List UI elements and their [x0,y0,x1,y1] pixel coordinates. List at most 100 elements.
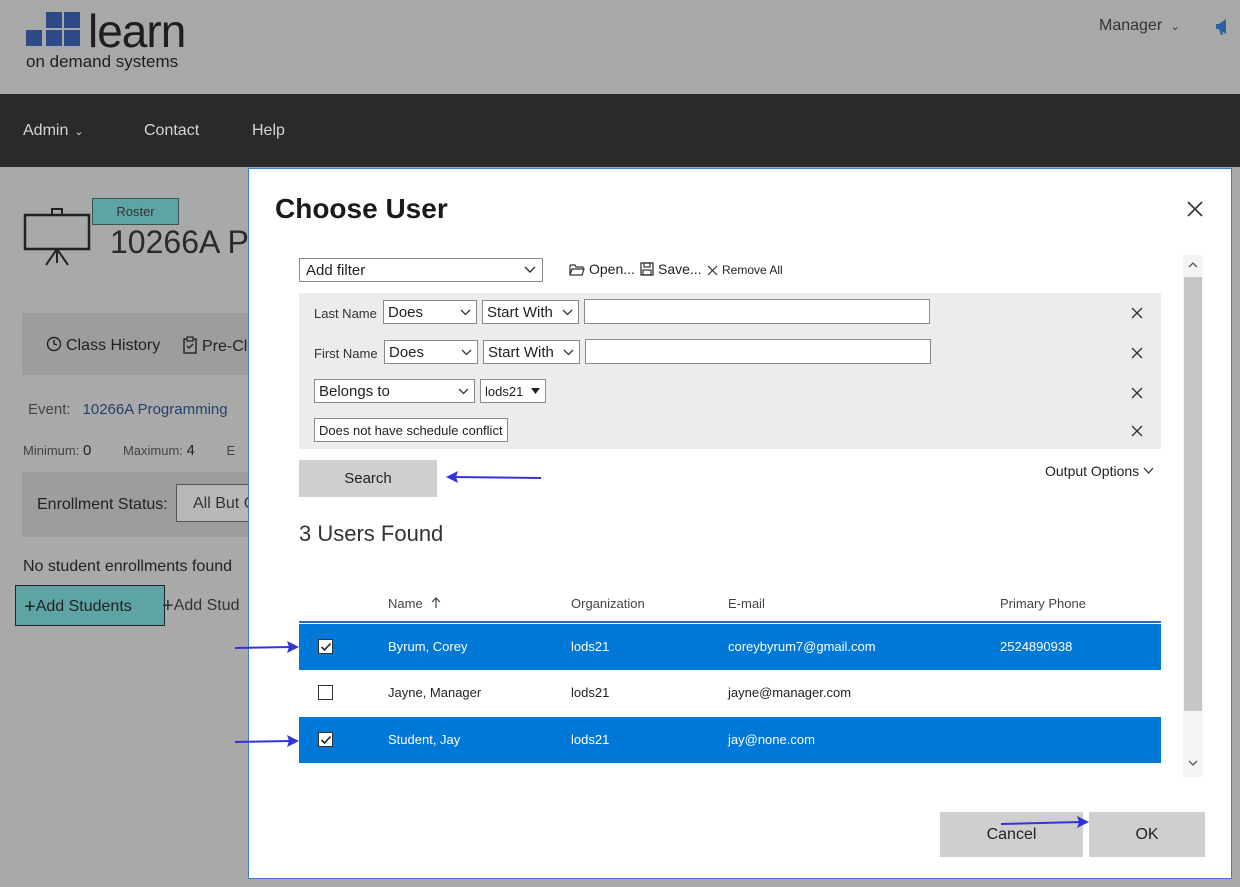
table-row[interactable]: Byrum, Corey lods21 coreybyrum7@gmail.co… [299,624,1161,670]
add-filter-label: Add filter [306,262,366,279]
save-button[interactable]: Save... [640,261,702,277]
first-name-match-select[interactable]: Start With [483,340,580,364]
plus-icon: + [24,596,36,618]
megaphone-icon[interactable] [1214,18,1234,36]
maximum-label: Maximum: [122,443,183,458]
no-enrollments-message: No student enrollments found [23,558,233,575]
chevron-down-icon [563,349,574,356]
last-name-operator-select[interactable]: Does [383,300,477,324]
logo-tagline: on demand systems [26,52,179,71]
first-name-operator-select[interactable]: Does [384,340,478,364]
first-name-input[interactable] [585,339,931,364]
select-value: Does [388,304,424,321]
remove-filter-icon[interactable] [1130,306,1144,320]
row-checkbox[interactable] [318,732,333,747]
chevron-down-icon [458,388,469,395]
course-title: 10266A Pr [110,224,260,260]
results-count: 3 Users Found [299,521,444,546]
enrollment-status-bar: Enrollment Status: All But C [22,472,256,537]
first-name-label: First Name [314,346,378,361]
close-icon[interactable] [1185,199,1205,219]
last-name-match-select[interactable]: Start With [482,300,579,324]
enrollment-status-label: Enrollment Status: [37,496,168,513]
remove-all-button[interactable]: Remove All [707,263,783,277]
table-row[interactable]: Student, Jay lods21 jay@none.com [299,717,1161,763]
roster-badge[interactable]: Roster [92,198,179,225]
search-button[interactable]: Search [299,460,437,497]
last-name-input[interactable] [584,299,930,324]
add-filter-select[interactable]: Add filter [299,258,543,282]
chevron-down-icon [562,309,573,316]
dialog-scroll-area: Add filter Open... Save... Remove All La… [299,255,1161,775]
course-tabs: Class History Pre-Cl [22,313,250,375]
add-students-button[interactable]: +Add Students [15,585,165,626]
checkmark-icon [320,735,332,745]
user-menu[interactable]: Manager ⌄ [1099,17,1180,35]
tab-label: Pre-Cl [202,338,248,355]
choose-user-dialog: Choose User Add filter Open... Save... R… [248,168,1232,879]
organization-select[interactable]: lods21 [480,379,546,403]
cell-phone: 2524890938 [1000,639,1073,654]
scroll-down-icon[interactable] [1188,759,1198,767]
tab-class-history[interactable]: Class History [46,336,160,355]
results-table-header: Name Organization E-mail Primary Phone [299,589,1161,623]
column-header-phone[interactable]: Primary Phone [1000,596,1086,611]
learn-on-demand-logo[interactable]: learn on demand systems [26,5,206,72]
event-link[interactable]: 10266A Programming [83,401,228,418]
extra-label: E [226,443,236,458]
cell-organization: lods21 [571,732,610,747]
select-value: Does [389,344,425,361]
chevron-down-icon [524,266,536,273]
schedule-conflict-filter[interactable]: Does not have schedule conflict [314,418,508,442]
open-button[interactable]: Open... [569,261,635,277]
enrollment-status-select[interactable]: All But C [176,484,256,522]
column-label: Name [388,596,423,611]
filter-panel: Last Name Does Start With First Name Doe… [299,293,1161,449]
column-header-name[interactable]: Name [388,596,442,611]
scroll-up-icon[interactable] [1188,261,1198,269]
annotation-arrow-right [234,735,299,747]
close-icon [707,265,718,276]
column-header-email[interactable]: E-mail [728,596,765,611]
cell-organization: lods21 [571,639,610,654]
cell-email: jay@none.com [728,732,815,747]
nav-item-contact[interactable]: Contact [144,122,199,140]
remove-filter-icon[interactable] [1130,386,1144,400]
main-nav: Admin ⌄ Contact Help [0,94,1240,167]
vertical-scrollbar[interactable] [1183,255,1203,777]
annotation-arrow-right [234,641,299,653]
plus-icon: + [162,595,174,617]
nav-item-label: Admin [23,122,69,139]
logo-square [64,12,80,28]
nav-item-help[interactable]: Help [252,122,285,140]
chevron-down-icon: ⌄ [74,126,84,138]
cell-name: Student, Jay [388,732,461,747]
minimum-label: Minimum: [23,443,80,458]
maximum-value: 4 [186,442,195,459]
column-header-organization[interactable]: Organization [571,596,645,611]
add-students-button-2[interactable]: +Add Stud [162,595,240,618]
nav-item-admin[interactable]: Admin ⌄ [23,122,84,140]
row-checkbox[interactable] [318,639,333,654]
table-row[interactable]: Jayne, Manager lods21 jayne@manager.com [299,670,1161,716]
chevron-down-icon: ⌄ [1170,21,1180,33]
logo-square [26,30,42,46]
logo-square [64,30,80,46]
cell-email: jayne@manager.com [728,685,852,700]
save-label: Save... [658,261,702,277]
remove-filter-icon[interactable] [1130,346,1144,360]
output-options-toggle[interactable]: Output Options [1045,463,1154,479]
open-label: Open... [589,261,635,277]
tab-label: Class History [66,337,161,354]
tab-pre-class[interactable]: Pre-Cl [182,336,247,356]
remove-all-label: Remove All [722,263,783,277]
top-header: learn on demand systems Manager ⌄ [0,0,1240,94]
scrollbar-thumb[interactable] [1184,277,1202,711]
remove-filter-icon[interactable] [1130,424,1144,438]
belongs-to-select[interactable]: Belongs to [314,379,475,403]
select-value: lods21 [485,384,524,399]
ok-button[interactable]: OK [1089,812,1205,857]
event-line: Event: 10266A Programming [28,401,228,418]
row-checkbox[interactable] [318,685,333,700]
logo-square [46,12,62,28]
